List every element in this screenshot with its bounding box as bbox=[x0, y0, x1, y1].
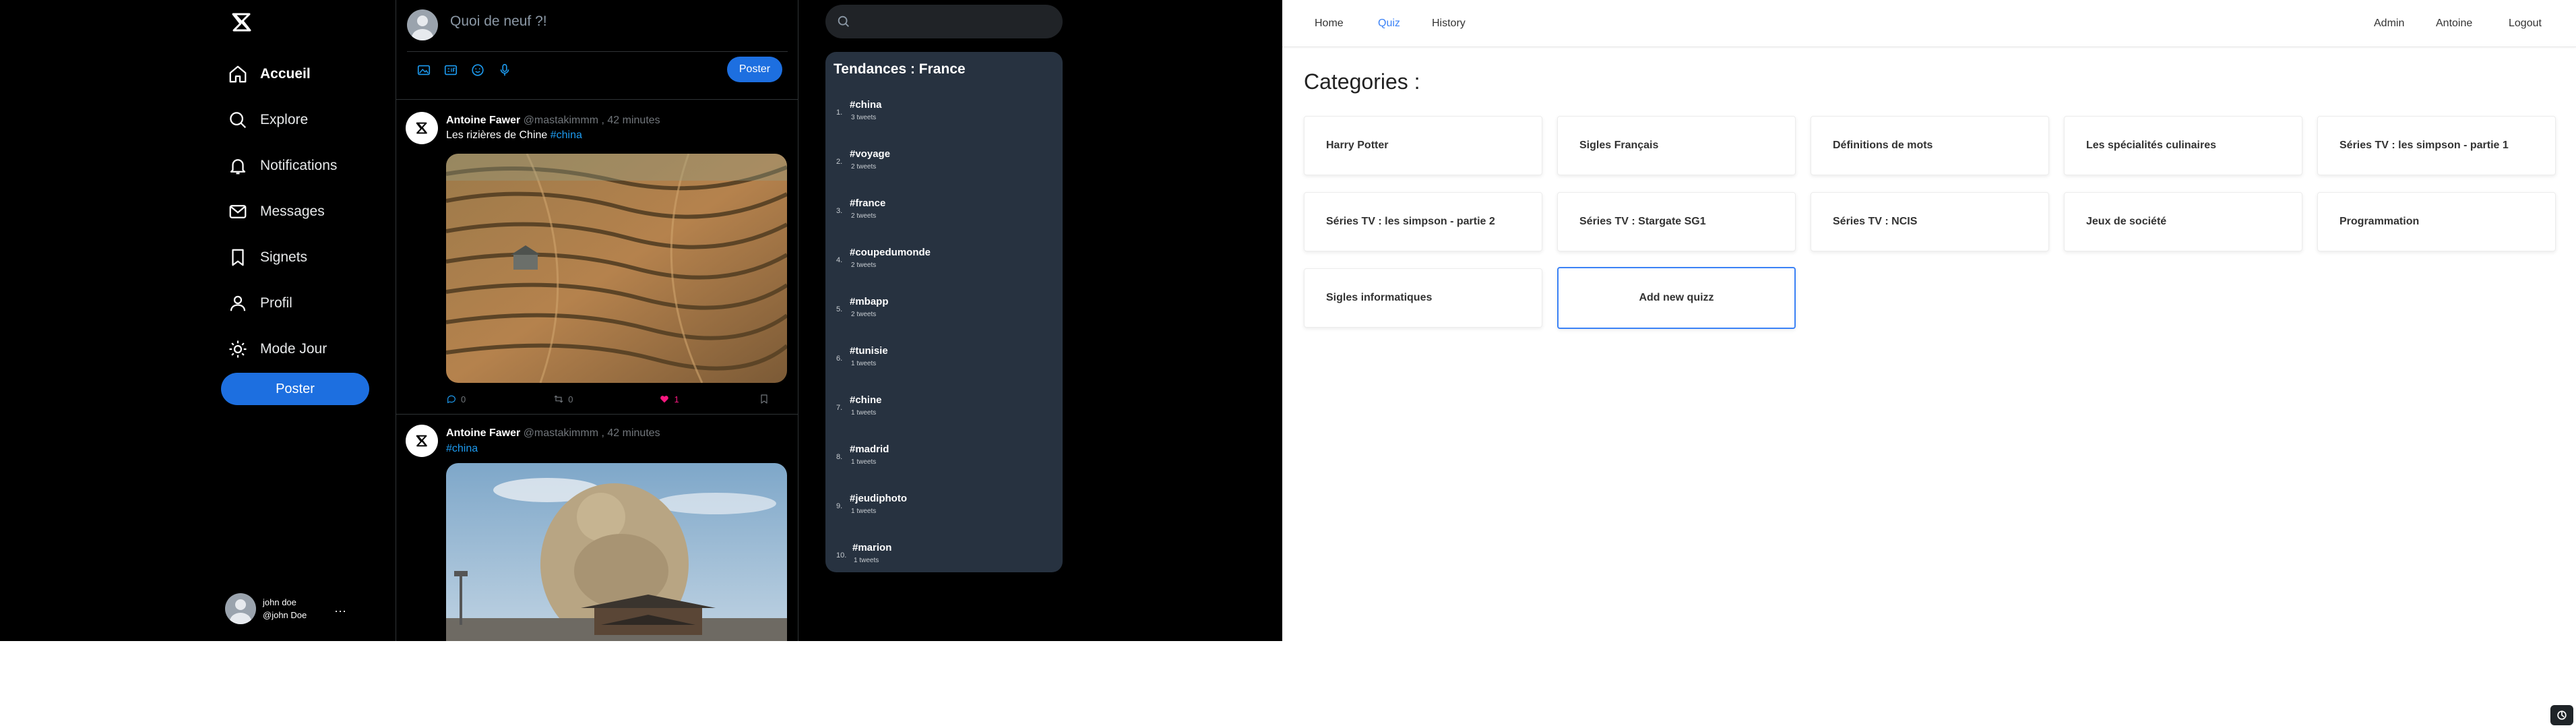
nav-item-explore[interactable]: Explore bbox=[228, 97, 337, 143]
nav-label: Explore bbox=[260, 112, 309, 127]
top-navbar: Home Quiz History Admin Antoine Logout bbox=[1282, 0, 2576, 47]
search-input[interactable] bbox=[825, 5, 1063, 38]
current-user[interactable]: john doe @john Doe bbox=[225, 593, 307, 624]
category-card[interactable]: Programmation bbox=[2317, 192, 2556, 251]
trends-title: Tendances : France bbox=[834, 61, 966, 77]
search-icon bbox=[838, 16, 849, 27]
screen: Accueil Explore Notifications Messages S… bbox=[0, 0, 2576, 728]
logo-icon bbox=[416, 435, 427, 447]
add-quiz-button[interactable]: Add new quizz bbox=[1557, 267, 1796, 329]
compose-post-button[interactable]: Poster bbox=[727, 57, 782, 82]
avatar bbox=[225, 593, 256, 624]
nav-link-quiz[interactable]: Quiz bbox=[1378, 18, 1400, 30]
user-icon bbox=[230, 295, 246, 311]
tweet-image-buddha-statue[interactable] bbox=[446, 463, 787, 641]
feed: Quoi de neuf ?! Poster Antoine Fawer @ma… bbox=[396, 0, 798, 641]
tweet-author[interactable]: Antoine Fawer bbox=[446, 115, 520, 126]
gif-icon[interactable] bbox=[443, 63, 458, 78]
reply-count: 0 bbox=[461, 394, 466, 404]
category-card[interactable]: Séries TV : Stargate SG1 bbox=[1557, 192, 1796, 251]
category-card[interactable]: Les spécialités culinaires bbox=[2064, 116, 2302, 175]
compose-tools bbox=[416, 63, 512, 78]
tweet-time: , 42 minutes bbox=[601, 115, 660, 126]
tweet-handle: @mastakimmm bbox=[523, 115, 599, 126]
category-card[interactable]: Sigles Français bbox=[1557, 116, 1796, 175]
tweet-author[interactable]: Antoine Fawer bbox=[446, 427, 520, 439]
nav-label: Signets bbox=[260, 249, 308, 265]
page-title: Categories : bbox=[1304, 69, 1420, 94]
empty-area bbox=[0, 641, 2576, 728]
category-card[interactable]: Séries TV : les simpson - partie 2 bbox=[1304, 192, 1542, 251]
reply-button[interactable]: 0 bbox=[446, 394, 466, 404]
category-card[interactable]: Jeux de société bbox=[2064, 192, 2302, 251]
tweet-handle: @mastakimmm bbox=[523, 427, 599, 439]
category-card[interactable]: Harry Potter bbox=[1304, 116, 1542, 175]
category-card[interactable]: Séries TV : les simpson - partie 1 bbox=[2317, 116, 2556, 175]
hashtag-link[interactable]: #china bbox=[446, 443, 478, 454]
quiz-app: Home Quiz History Admin Antoine Logout C… bbox=[1282, 0, 2576, 641]
more-options-icon[interactable]: ··· bbox=[334, 604, 346, 618]
trends-panel: Tendances : France 1. #china 3 tweets 2.… bbox=[825, 52, 1063, 572]
nav-item-signets[interactable]: Signets bbox=[228, 235, 337, 280]
tweet-image-rice-terraces[interactable] bbox=[446, 154, 787, 383]
compose-input[interactable]: Quoi de neuf ?! bbox=[450, 13, 547, 30]
nav-label: Mode Jour bbox=[260, 341, 327, 357]
nav-link-logout[interactable]: Logout bbox=[2509, 18, 2542, 30]
like-button[interactable]: 1 bbox=[659, 394, 679, 404]
like-count: 1 bbox=[674, 394, 679, 404]
nav-link-home[interactable]: Home bbox=[1315, 18, 1344, 30]
social-app: Accueil Explore Notifications Messages S… bbox=[0, 0, 1282, 641]
compose-box: Quoi de neuf ?! Poster bbox=[396, 0, 798, 100]
emoji-icon[interactable] bbox=[470, 63, 485, 78]
nav-label: Notifications bbox=[260, 158, 338, 173]
nav-link-admin[interactable]: Admin bbox=[2374, 18, 2404, 30]
avatar[interactable] bbox=[406, 425, 438, 457]
retweet-button[interactable]: 0 bbox=[553, 394, 573, 404]
retweet-icon bbox=[554, 395, 563, 403]
category-card[interactable]: Sigles informatiques bbox=[1304, 268, 1542, 328]
image-icon[interactable] bbox=[416, 63, 431, 78]
avatar bbox=[407, 9, 438, 40]
microphone-icon[interactable] bbox=[497, 63, 512, 78]
mail-icon bbox=[229, 205, 247, 218]
hashtag-link[interactable]: #china bbox=[551, 129, 582, 141]
nav-label: Messages bbox=[260, 204, 325, 219]
right-column: Tendances : France 1. #china 3 tweets 2.… bbox=[798, 0, 1282, 641]
nav-item-notifications[interactable]: Notifications bbox=[228, 143, 337, 189]
post-button[interactable]: Poster bbox=[221, 373, 369, 405]
logo-icon[interactable] bbox=[229, 9, 255, 35]
logo-icon bbox=[416, 122, 427, 134]
retweet-count: 0 bbox=[568, 394, 573, 404]
tweet[interactable]: Antoine Fawer @mastakimmm , 42 minutes L… bbox=[396, 100, 798, 414]
home-icon bbox=[229, 65, 247, 83]
search-icon bbox=[230, 112, 247, 129]
main-nav: Accueil Explore Notifications Messages S… bbox=[228, 51, 337, 372]
category-card[interactable]: Définitions de mots bbox=[1811, 116, 2049, 175]
user-handle: @john Doe bbox=[263, 610, 307, 620]
heart-icon bbox=[660, 396, 669, 403]
nav-link-user[interactable]: Antoine bbox=[2436, 18, 2472, 30]
bookmark-icon bbox=[232, 249, 244, 266]
settings-icon[interactable] bbox=[2550, 705, 2573, 725]
nav-item-profil[interactable]: Profil bbox=[228, 280, 337, 326]
bookmark-icon bbox=[761, 394, 767, 404]
user-name: john doe bbox=[263, 597, 296, 607]
bell-icon bbox=[230, 159, 246, 175]
nav-item-mode-jour[interactable]: Mode Jour bbox=[228, 326, 337, 372]
nav-link-history[interactable]: History bbox=[1432, 18, 1466, 30]
left-sidebar: Accueil Explore Notifications Messages S… bbox=[0, 0, 396, 641]
bookmark-button[interactable] bbox=[759, 394, 769, 404]
tweet-text: Les rizières de Chine #china bbox=[446, 129, 582, 141]
comment-icon bbox=[447, 395, 455, 404]
sun-icon bbox=[229, 340, 247, 358]
category-card[interactable]: Séries TV : NCIS bbox=[1811, 192, 2049, 251]
avatar[interactable] bbox=[406, 112, 438, 144]
nav-item-messages[interactable]: Messages bbox=[228, 189, 337, 235]
tweet-text: #china bbox=[446, 443, 478, 455]
nav-label: Accueil bbox=[260, 66, 311, 82]
tweet-time: , 42 minutes bbox=[601, 427, 660, 439]
nav-label: Profil bbox=[260, 295, 292, 311]
nav-item-accueil[interactable]: Accueil bbox=[228, 51, 337, 97]
tweet[interactable]: Antoine Fawer @mastakimmm , 42 minutes #… bbox=[396, 415, 798, 641]
